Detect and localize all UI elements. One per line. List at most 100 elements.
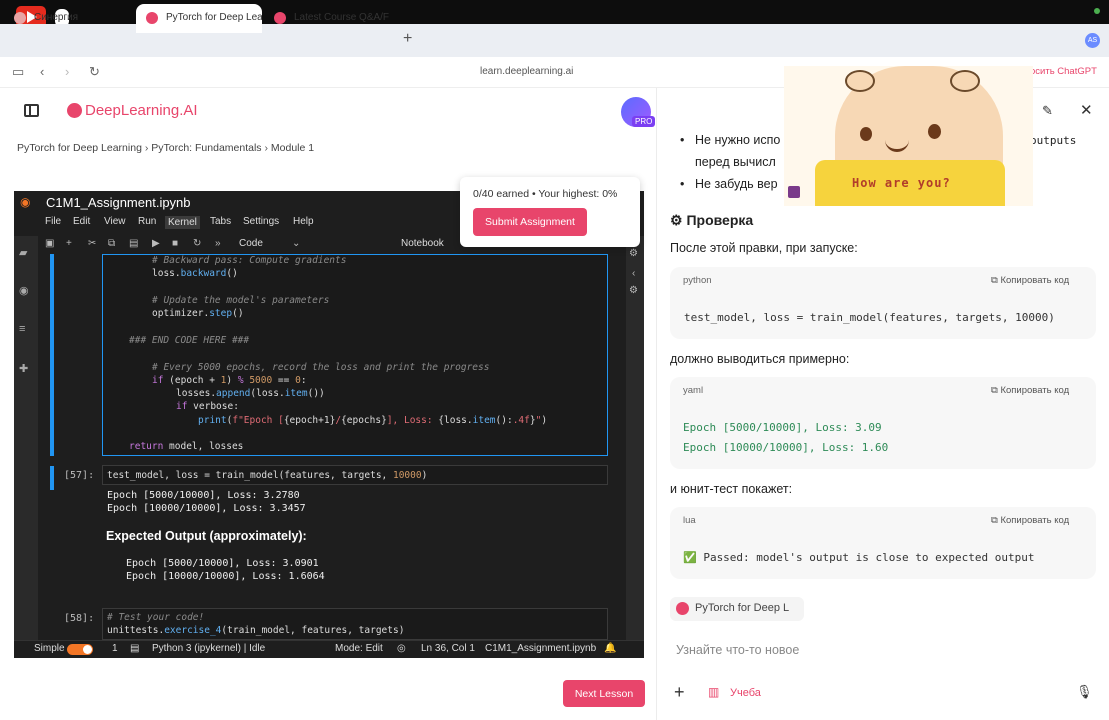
menu-view[interactable]: View <box>104 216 126 227</box>
url-text[interactable]: learn.deeplearning.ai <box>480 66 573 77</box>
code-text: ✅ Passed: model's output is close to exp… <box>683 551 1035 564</box>
output-line: Epoch [5000/10000], Loss: 3.2780 <box>107 490 300 501</box>
menu-tabs[interactable]: Tabs <box>210 216 231 227</box>
copy-label: Копировать код <box>1000 515 1070 526</box>
copy-code-button[interactable]: ⧉ Копировать код <box>991 385 1069 396</box>
tab-course-qa[interactable]: Latest Course Q&A/F <box>264 4 394 33</box>
code-text: Epoch [5000/10000], Loss: 3.09 <box>683 421 882 434</box>
profile-avatar[interactable]: AS <box>1085 33 1100 48</box>
simple-mode-toggle[interactable] <box>67 644 93 655</box>
deeplearning-icon <box>676 602 689 615</box>
code-line: if verbose: <box>176 401 239 412</box>
forward-icon[interactable]: › <box>65 64 69 79</box>
status-dot <box>1094 8 1100 14</box>
cell-prompt: [58]: <box>64 613 95 624</box>
chat-input[interactable]: Узнайте что-то новое <box>676 643 799 657</box>
cell-marker <box>50 466 54 490</box>
favicon-icon <box>14 12 26 24</box>
site-logo-text[interactable]: DeepLearning.AI <box>85 102 198 119</box>
code-line: return model, losses <box>129 441 244 452</box>
add-cell-icon[interactable]: + <box>66 238 72 249</box>
copy-label: Копировать код <box>1000 275 1070 286</box>
study-mode-label[interactable]: Учеба <box>730 687 761 699</box>
paragraph: должно выводиться примерно: <box>670 352 850 366</box>
chip-label: PyTorch for Deep L <box>695 602 790 614</box>
copy-code-button[interactable]: ⧉ Копировать код <box>991 515 1069 526</box>
menu-help[interactable]: Help <box>293 216 314 227</box>
paragraph: и юнит-тест покажет: <box>670 482 793 496</box>
code-line: losses.append(loss.item()) <box>176 388 325 399</box>
tab-sinergiya[interactable]: Синергия <box>4 4 134 33</box>
code-text: test_model, loss = train_model(features,… <box>684 311 1055 324</box>
expected-line: Epoch [5000/10000], Loss: 3.0901 <box>126 558 319 569</box>
bullet-dot: • <box>680 133 685 147</box>
back-icon[interactable]: ‹ <box>40 64 44 79</box>
code-line: loss.backward() <box>152 268 238 279</box>
fast-forward-icon[interactable]: » <box>215 238 221 249</box>
cell-type-select[interactable]: Code <box>239 238 263 249</box>
bell-icon[interactable]: 🔔 <box>604 643 616 654</box>
bullet-text: Не нужно испо <box>695 133 781 147</box>
add-icon[interactable]: + <box>674 682 685 703</box>
code-text: Epoch [10000/10000], Loss: 1.60 <box>683 441 889 454</box>
edit-icon[interactable]: ✎ <box>1042 103 1053 119</box>
simple-mode-label: Simple <box>34 643 65 654</box>
settings-icon[interactable]: ⚙ <box>629 285 638 296</box>
folder-icon[interactable]: ▰ <box>19 246 31 259</box>
notebook-link[interactable]: Notebook <box>401 238 444 249</box>
menu-edit[interactable]: Edit <box>73 216 90 227</box>
breadcrumb-module[interactable]: Module 1 <box>271 142 314 154</box>
menu-kernel[interactable]: Kernel <box>165 216 200 229</box>
edit-mode: Mode: Edit <box>335 643 383 654</box>
menu-file[interactable]: File <box>45 216 61 227</box>
jupyter-right-sidebar <box>626 236 644 640</box>
active-cell-marker <box>50 254 54 456</box>
earned-status: 0/40 earned • Your highest: 0% <box>473 188 618 200</box>
breadcrumb-course[interactable]: PyTorch for Deep Learning <box>17 142 142 154</box>
hamster-ear <box>845 70 875 92</box>
bullet-text: Не забудь вер <box>695 177 778 191</box>
next-lesson-button[interactable]: Next Lesson <box>563 680 645 707</box>
running-icon[interactable]: ◉ <box>19 284 31 297</box>
terminal-icon[interactable]: ▤ <box>130 643 139 654</box>
copy-code-button[interactable]: ⧉ Копировать код <box>991 275 1069 286</box>
shield-icon: ◎ <box>397 643 406 654</box>
toc-icon[interactable]: ≡ <box>19 323 31 335</box>
deeplearning-logo-icon <box>67 103 82 118</box>
microphone-icon[interactable]: 🎙 <box>1076 684 1093 700</box>
extension-icon[interactable]: ✚ <box>19 362 31 375</box>
restart-icon[interactable]: ↻ <box>193 238 201 249</box>
tab-pytorch[interactable]: PyTorch for Deep Lea <box>136 4 262 33</box>
overlay-app-icon[interactable] <box>788 186 800 198</box>
expected-line: Epoch [10000/10000], Loss: 1.6064 <box>126 571 325 582</box>
output-line: Epoch [10000/10000], Loss: 3.3457 <box>107 503 306 514</box>
submit-assignment-button[interactable]: Submit Assignment <box>473 208 587 236</box>
breadcrumb-section[interactable]: PyTorch: Fundamentals <box>151 142 261 154</box>
cut-icon[interactable]: ✂ <box>88 238 96 249</box>
sidebar-panel-icon[interactable] <box>24 104 39 117</box>
count-label: 1 <box>112 643 118 654</box>
chevron-down-icon[interactable]: ⌄ <box>292 238 300 249</box>
stop-icon[interactable]: ■ <box>172 238 178 249</box>
copy-label: Копировать код <box>1000 385 1070 396</box>
close-icon[interactable]: ✕ <box>1080 101 1093 119</box>
cursor-position: Ln 36, Col 1 <box>421 643 475 654</box>
pro-badge: PRO <box>632 116 656 127</box>
code-lang: yaml <box>683 385 704 396</box>
run-icon[interactable]: ▶ <box>152 238 160 249</box>
new-tab-icon[interactable]: + <box>403 30 412 48</box>
chevron-left-icon[interactable]: ‹ <box>632 268 635 279</box>
sidebar-toggle-icon[interactable]: ▭ <box>12 64 24 80</box>
hamster-eye <box>860 127 872 141</box>
paste-icon[interactable]: ▤ <box>129 238 138 249</box>
chatgpt-link[interactable]: осить ChatGPT <box>1030 66 1097 77</box>
code-line: ### END CODE HERE ### <box>129 335 250 346</box>
gear-icon[interactable]: ⚙ <box>629 248 638 259</box>
copy-icon[interactable]: ⧉ <box>108 238 115 249</box>
menu-settings[interactable]: Settings <box>243 216 279 227</box>
book-icon[interactable]: ▥ <box>708 685 719 699</box>
save-icon[interactable]: ▣ <box>45 238 54 249</box>
reload-icon[interactable]: ↻ <box>89 64 100 80</box>
menu-run[interactable]: Run <box>138 216 156 227</box>
kernel-status[interactable]: Python 3 (ipykernel) | Idle <box>152 643 265 654</box>
